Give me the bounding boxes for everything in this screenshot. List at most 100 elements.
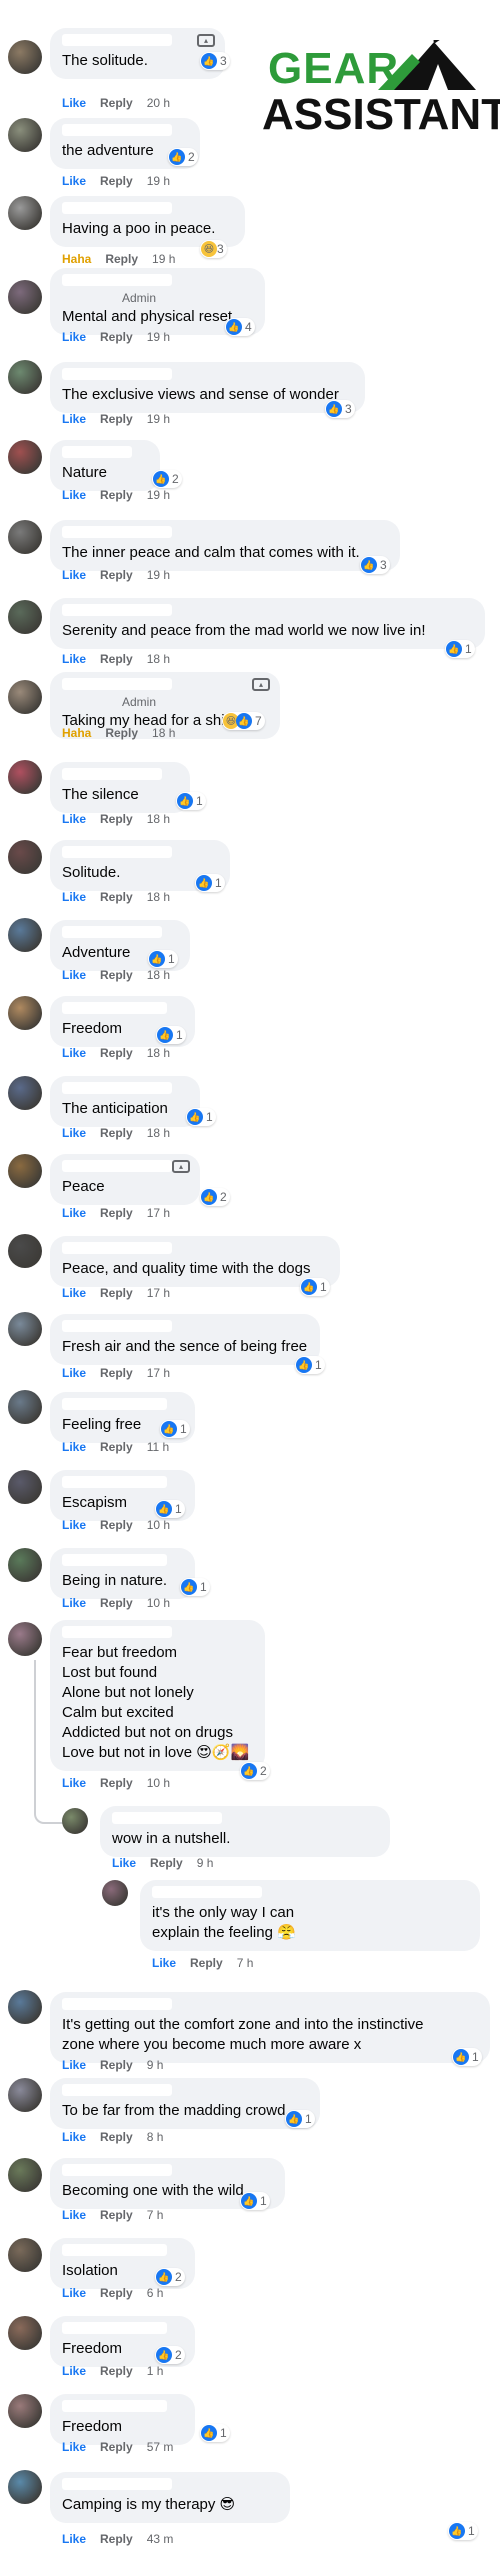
- author-name-redacted[interactable]: [62, 1242, 172, 1254]
- like-button[interactable]: Like: [62, 1596, 86, 1610]
- reply-button[interactable]: Reply: [105, 726, 138, 740]
- like-button[interactable]: Like: [62, 96, 86, 110]
- reply-button[interactable]: Reply: [100, 1046, 133, 1060]
- reaction-count[interactable]: 👍 2: [200, 1188, 230, 1206]
- avatar[interactable]: [8, 2158, 42, 2192]
- reply-button[interactable]: Reply: [150, 1856, 183, 1870]
- reaction-count[interactable]: 👍 3: [360, 556, 390, 574]
- reply-button[interactable]: Reply: [100, 1126, 133, 1140]
- like-button[interactable]: Like: [62, 968, 86, 982]
- reply-button[interactable]: Reply: [190, 1956, 223, 1970]
- reaction-count[interactable]: 👍 1: [200, 2424, 230, 2442]
- like-button[interactable]: Like: [112, 1856, 136, 1870]
- avatar[interactable]: [8, 360, 42, 394]
- avatar[interactable]: [8, 196, 42, 230]
- like-button[interactable]: Like: [152, 1956, 176, 1970]
- like-button[interactable]: Like: [62, 2440, 86, 2454]
- like-button[interactable]: Like: [62, 2058, 86, 2072]
- avatar[interactable]: [8, 520, 42, 554]
- like-button[interactable]: Like: [62, 1776, 86, 1790]
- like-button[interactable]: Like: [62, 652, 86, 666]
- author-name-redacted[interactable]: [62, 124, 172, 136]
- avatar[interactable]: [8, 760, 42, 794]
- reaction-count[interactable]: 👍 3: [200, 52, 230, 70]
- author-name-redacted[interactable]: [62, 2244, 167, 2256]
- reply-button[interactable]: Reply: [100, 1206, 133, 1220]
- reply-button[interactable]: Reply: [100, 652, 133, 666]
- avatar[interactable]: [8, 680, 42, 714]
- reaction-count[interactable]: 👍 1: [155, 1500, 185, 1518]
- reply-button[interactable]: Reply: [100, 1518, 133, 1532]
- reply-button[interactable]: Reply: [100, 890, 133, 904]
- avatar[interactable]: [8, 118, 42, 152]
- author-name-redacted[interactable]: [62, 1398, 167, 1410]
- like-button[interactable]: Like: [62, 412, 86, 426]
- like-button[interactable]: Like: [62, 2286, 86, 2300]
- author-name-redacted[interactable]: [62, 1082, 172, 1094]
- avatar[interactable]: [8, 2316, 42, 2350]
- haha-link[interactable]: Haha: [62, 726, 91, 740]
- reply-button[interactable]: Reply: [100, 412, 133, 426]
- reply-button[interactable]: Reply: [100, 812, 133, 826]
- avatar[interactable]: [8, 2470, 42, 2504]
- reply-button[interactable]: Reply: [100, 968, 133, 982]
- reaction-count[interactable]: 😆 3: [200, 240, 227, 258]
- reply-button[interactable]: Reply: [100, 1286, 133, 1300]
- avatar[interactable]: [8, 1990, 42, 2024]
- reaction-count[interactable]: 👍 2: [168, 148, 198, 166]
- author-name-redacted[interactable]: [62, 604, 172, 616]
- reaction-count[interactable]: 👍 1: [160, 1420, 190, 1438]
- like-button[interactable]: Like: [62, 2364, 86, 2378]
- reaction-count[interactable]: 👍 1: [300, 1278, 330, 1296]
- author-name-redacted[interactable]: [62, 526, 172, 538]
- avatar[interactable]: [8, 40, 42, 74]
- reply-button[interactable]: Reply: [100, 2208, 133, 2222]
- like-button[interactable]: Like: [62, 1366, 86, 1380]
- reply-button[interactable]: Reply: [100, 2440, 133, 2454]
- like-button[interactable]: Like: [62, 890, 86, 904]
- avatar[interactable]: [8, 918, 42, 952]
- reaction-count[interactable]: 👍 1: [295, 1356, 325, 1374]
- author-name-redacted[interactable]: [62, 2084, 172, 2096]
- reply-button[interactable]: Reply: [100, 96, 133, 110]
- reaction-count[interactable]: 👍 1: [445, 640, 475, 658]
- avatar[interactable]: [8, 600, 42, 634]
- avatar[interactable]: [8, 1076, 42, 1110]
- author-name-redacted[interactable]: [152, 1886, 262, 1898]
- avatar[interactable]: [8, 1470, 42, 1504]
- author-name-redacted[interactable]: [62, 1998, 172, 2010]
- avatar[interactable]: [8, 2238, 42, 2272]
- author-name-redacted[interactable]: [62, 768, 162, 780]
- like-button[interactable]: Like: [62, 2208, 86, 2222]
- reaction-count[interactable]: 👍 1: [240, 2192, 270, 2210]
- reply-button[interactable]: Reply: [100, 330, 133, 344]
- avatar[interactable]: [8, 840, 42, 874]
- author-name-redacted[interactable]: [62, 1626, 172, 1638]
- avatar[interactable]: [8, 2078, 42, 2112]
- reaction-count[interactable]: 👍 1: [285, 2110, 315, 2128]
- author-name-redacted[interactable]: [62, 274, 172, 286]
- avatar[interactable]: [62, 1808, 88, 1834]
- author-name-redacted[interactable]: [62, 2400, 167, 2412]
- reaction-count[interactable]: 👍 1: [180, 1578, 210, 1596]
- like-button[interactable]: Like: [62, 2130, 86, 2144]
- author-name-redacted[interactable]: [62, 202, 172, 214]
- reaction-count[interactable]: 😆 👍 7: [222, 712, 265, 730]
- author-name-redacted[interactable]: [62, 1160, 172, 1172]
- reply-button[interactable]: Reply: [100, 1596, 133, 1610]
- avatar[interactable]: [8, 280, 42, 314]
- like-button[interactable]: Like: [62, 488, 86, 502]
- avatar[interactable]: [8, 2394, 42, 2428]
- like-button[interactable]: Like: [62, 330, 86, 344]
- reply-button[interactable]: Reply: [100, 1776, 133, 1790]
- author-name-redacted[interactable]: [62, 34, 172, 46]
- author-name-redacted[interactable]: [62, 846, 172, 858]
- reply-button[interactable]: Reply: [105, 252, 138, 266]
- like-button[interactable]: Like: [62, 2532, 86, 2546]
- reaction-count[interactable]: 👍 2: [155, 2346, 185, 2364]
- avatar[interactable]: [8, 1154, 42, 1188]
- reply-button[interactable]: Reply: [100, 1440, 133, 1454]
- reply-button[interactable]: Reply: [100, 2364, 133, 2378]
- like-button[interactable]: Like: [62, 1286, 86, 1300]
- reply-button[interactable]: Reply: [100, 2286, 133, 2300]
